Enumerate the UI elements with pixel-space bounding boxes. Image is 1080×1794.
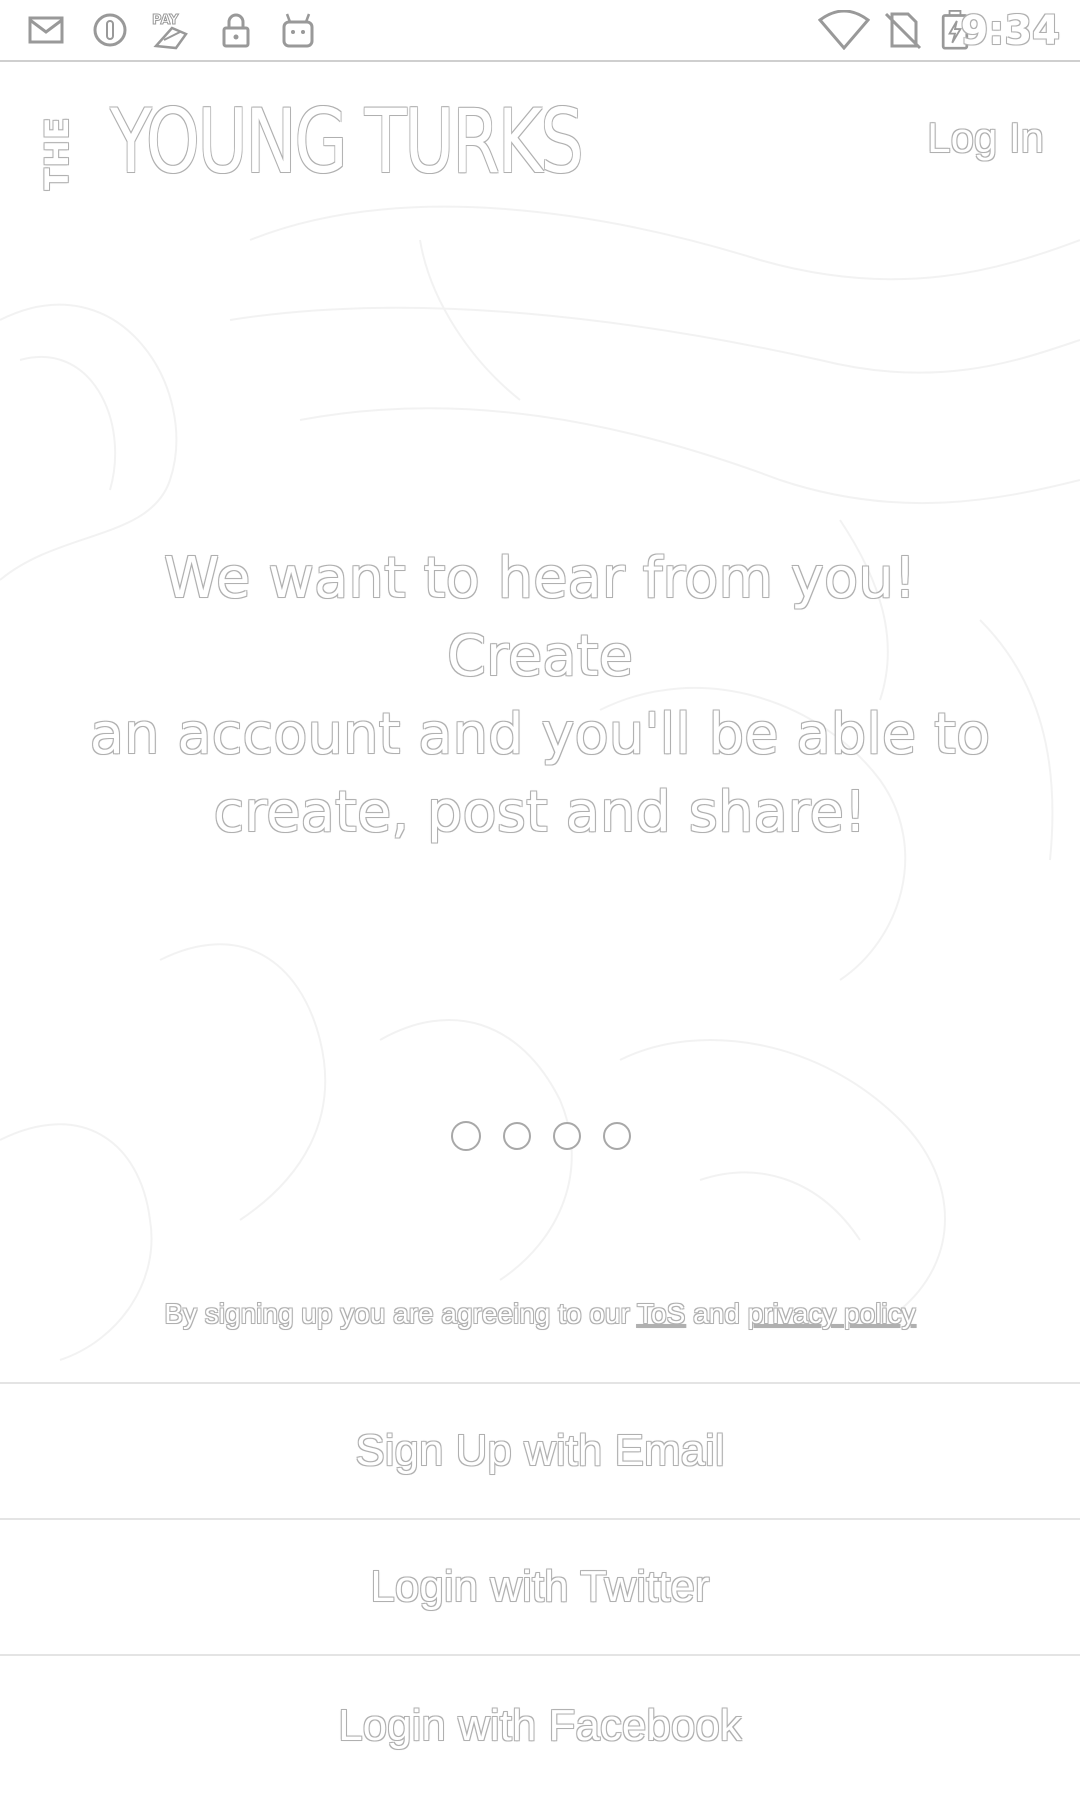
intro-message-line: create, post and share! <box>213 780 867 845</box>
login-facebook-button[interactable]: Login with Facebook <box>0 1654 1080 1794</box>
signup-screen: PAY 9:34 THE YOUNG TURKS Log In We want … <box>0 0 1080 1794</box>
login-twitter-button[interactable]: Login with Twitter <box>0 1518 1080 1654</box>
terms-conjunction: and <box>693 1298 740 1329</box>
android-icon <box>282 13 314 48</box>
svg-text:PAY: PAY <box>152 13 179 28</box>
app-header: THE YOUNG TURKS Log In <box>0 62 1080 212</box>
login-twitter-label: Login with Twitter <box>370 1562 710 1611</box>
terms-prefix: By signing up you are agreeing to our <box>164 1298 630 1329</box>
page-dot[interactable] <box>603 1122 631 1150</box>
signup-email-label: Sign Up with Email <box>355 1426 725 1475</box>
logo-prefix: THE <box>38 116 76 190</box>
intro-message-line: We want to hear from you! Create <box>163 546 917 689</box>
mail-icon <box>28 16 64 44</box>
logo-name: YOUNG TURKS <box>110 90 584 193</box>
page-dot[interactable] <box>553 1122 581 1150</box>
signup-email-button[interactable]: Sign Up with Email <box>0 1382 1080 1518</box>
intro-message: We want to hear from you! Create an acco… <box>70 540 1010 852</box>
page-indicator <box>0 1121 1080 1151</box>
login-button[interactable]: Log In <box>927 114 1044 162</box>
privacy-policy-link[interactable]: privacy policy <box>748 1298 916 1329</box>
circle-o-icon <box>93 13 127 47</box>
clock: 9:34 <box>960 8 1061 54</box>
page-dot[interactable] <box>503 1122 531 1150</box>
tos-link[interactable]: ToS <box>637 1298 685 1329</box>
wifi-icon <box>818 10 870 50</box>
login-facebook-label: Login with Facebook <box>338 1701 742 1750</box>
pay-icon: PAY <box>152 13 188 50</box>
status-bar: PAY 9:34 <box>0 0 1080 62</box>
terms-notice: By signing up you are agreeing to our To… <box>0 1298 1080 1330</box>
lock-icon <box>222 13 250 48</box>
page-dot[interactable] <box>451 1121 481 1151</box>
logo: THE YOUNG TURKS <box>38 90 584 210</box>
intro-message-line: an account and you'll be able to <box>89 702 991 767</box>
no-sim-icon <box>884 12 922 50</box>
